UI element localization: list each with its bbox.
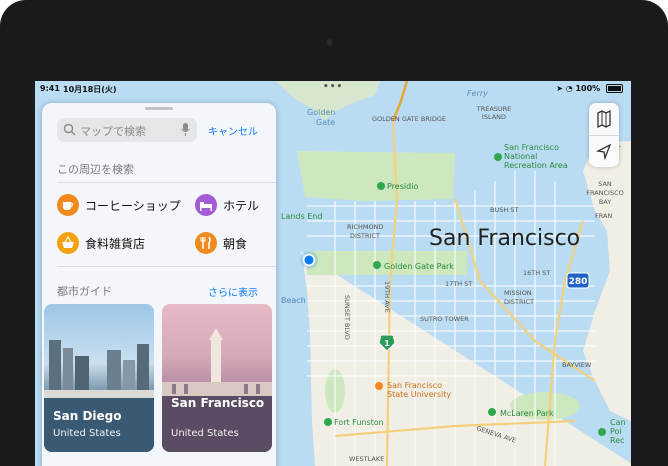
map-controls [589,103,619,167]
battery-icon [606,84,623,93]
microphone-icon[interactable] [181,123,190,136]
guide-card-san-francisco[interactable]: San Francisco United States [162,304,272,452]
divider [57,266,276,267]
map-label-richmond: RICHMOND [347,223,383,231]
map-label-sf-park-3: Recreation Area [504,161,568,170]
search-icon [63,123,76,136]
presidio-pin-icon[interactable] [377,182,385,190]
map-label-candlestick-2: Poi [610,427,622,436]
mclaren-pin-icon[interactable] [488,408,496,416]
hwy-280-shield: 280 [569,277,588,287]
university-pin-icon[interactable] [375,382,383,390]
map-label-sf-park: San Francisco [504,143,559,152]
maps-screen: 280 1 Golden Gate Ferry GOLDEN GATE BRID… [35,81,631,466]
guides-header: 都市ガイド [57,285,112,298]
park-pin-icon[interactable] [494,153,502,161]
front-camera [325,38,334,47]
map-label-candlestick: Can [610,418,626,427]
location-tracking-icon[interactable] [589,136,619,168]
map-label-candlestick-3: Rec [610,436,625,445]
map-label-bush-st: BUSH ST [490,206,518,214]
map-label-17th-st: 17TH ST [445,280,472,288]
map-label-westlake: WESTLAKE [349,455,384,463]
panel-grabber[interactable] [145,107,173,110]
map-label-sutro-tower: SUTRO TOWER [420,315,469,323]
bed-icon [195,194,217,216]
map-label-sfsu: San Francisco [387,381,442,390]
map-label-mclaren-park: McLaren Park [500,409,554,418]
search-panel: マップで検索 キャンセル この周辺を検索 コーヒーショップ ホテル 食料雑貨店 … [42,103,276,466]
status-bar: 9:41 10月18日(火) ••• ➤ ◔ 100% [35,81,631,97]
location-arrow-icon: ➤ [556,84,563,93]
map-label-sf-park-2: National [504,152,537,161]
map-label-presidio: Presidio [387,182,418,191]
guide-city: San Francisco [171,396,265,410]
map-label-fort-funston: Fort Funston [334,418,384,427]
map-label-mission: MISSION [504,289,532,297]
status-right: ➤ ◔ 100% [556,84,623,93]
nearby-header: この周辺を検索 [57,163,134,176]
cancel-button[interactable]: キャンセル [208,123,258,138]
guide-country: United States [53,428,121,439]
status-time: 9:41 [40,84,60,93]
map-city-label: San Francisco [429,226,580,251]
ipad-device-frame: 280 1 Golden Gate Ferry GOLDEN GATE BRID… [0,0,668,466]
map-label-sfsu-2: State University [387,390,451,399]
status-date: 10月18日(火) [63,85,117,94]
map-label-golden-gate-water-2: Gate [316,118,335,127]
map-label-sf-bay-2: FRANCISCO [586,189,624,197]
map-label-golden-gate-water: Golden [307,108,335,117]
map-label-mission-2: DISTRICT [504,298,534,306]
fork-knife-icon [195,232,217,254]
map-label-beach: Beach [281,296,306,305]
guide-country: United States [171,428,239,439]
map-label-golden-gate-bridge: GOLDEN GATE BRIDGE [372,115,446,123]
map-label-sf-bay-3: BAY [599,198,611,206]
fort-funston-pin-icon[interactable] [324,418,332,426]
wifi-icon: ◔ [565,84,573,93]
ggpark-pin-icon[interactable] [373,261,381,269]
map-mode-icon[interactable] [589,103,619,135]
candlestick-pin-icon[interactable] [598,428,606,436]
map-label-19th-ave: 19TH AVE [383,281,391,313]
search-input[interactable]: マップで検索 [80,123,146,139]
category-label: コーヒーショップ [85,199,181,213]
category-label: 朝食 [223,237,248,251]
map-label-fran: FRAN [595,212,612,220]
guide-city: San Diego [53,409,122,423]
map-label-sf-bay: SAN [598,180,612,188]
map-label-golden-gate-park: Golden Gate Park [384,262,454,271]
see-more-link[interactable]: さらに表示 [208,284,258,299]
coffee-icon [57,194,79,216]
multitasking-dots-icon[interactable]: ••• [323,82,343,92]
divider [57,182,276,183]
map-label-treasure-island-2: ISLAND [482,113,506,121]
map-label-richmond-2: DISTRICT [350,232,380,240]
category-label: ホテル [223,199,260,213]
category-label: 食料雑貨店 [85,237,146,251]
map-label-16th-st: 16TH ST [523,269,550,277]
search-field[interactable]: マップで検索 [57,118,197,142]
map-label-treasure-island: TREASURE [476,105,512,113]
battery-percent: 100% [575,84,601,93]
hwy-1-shield: 1 [384,339,390,348]
map-label-lands-end: Lands End [281,212,322,221]
guide-card-san-diego[interactable]: San Diego United States [44,304,154,452]
basket-icon [57,232,79,254]
map-label-bayview: BAYVIEW [562,361,592,369]
map-label-sunset-blvd: SUNSET BLVD [343,295,351,340]
